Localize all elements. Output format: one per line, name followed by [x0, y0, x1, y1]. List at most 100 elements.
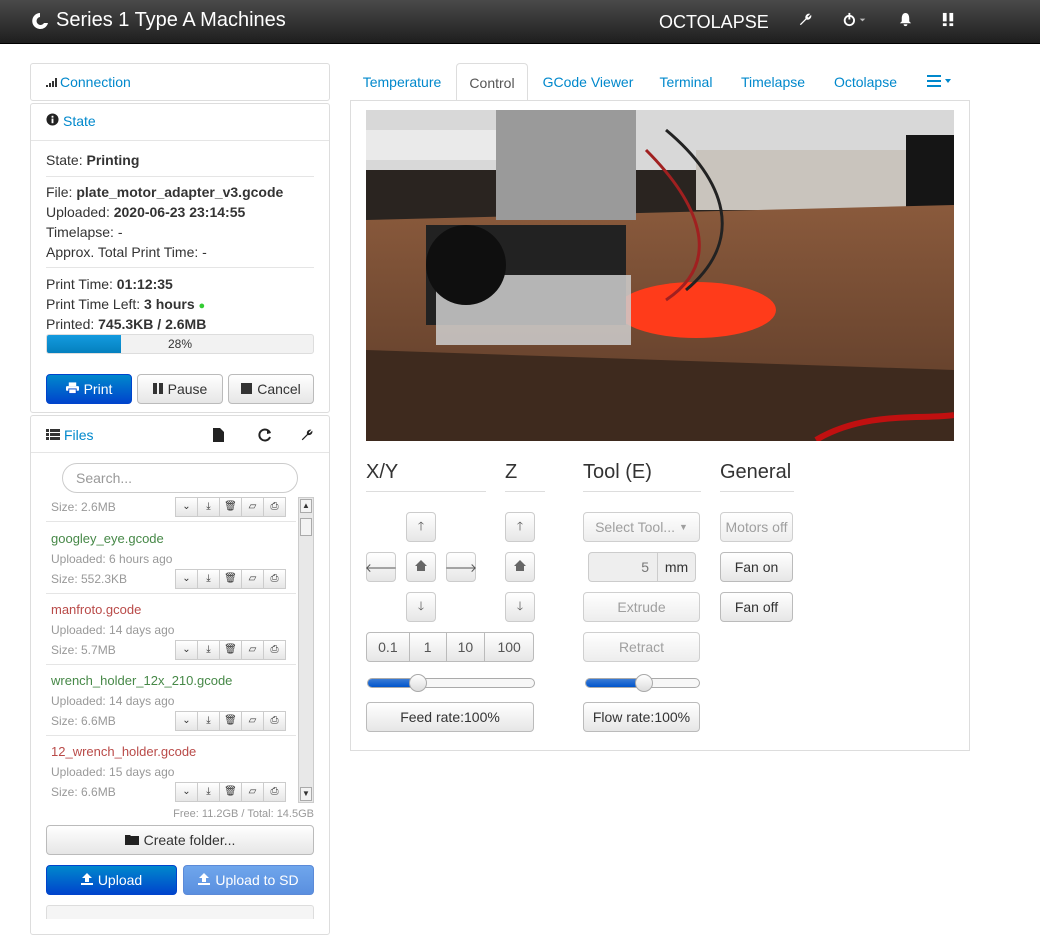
flow-rate-slider[interactable]	[585, 674, 700, 692]
pause-button[interactable]: Pause	[137, 374, 223, 404]
connection-header[interactable]: Connection	[31, 64, 329, 100]
file-name[interactable]: wrench_holder_12x_210.gcode	[51, 673, 232, 688]
scroll-thumb[interactable]	[300, 518, 312, 536]
print-icon[interactable]: ⎙	[263, 497, 286, 517]
webcam-stream	[366, 110, 954, 441]
delete-icon[interactable]: 🗑	[219, 782, 242, 802]
arrow-down-icon: 🡓	[516, 598, 524, 613]
folder-icon	[124, 832, 139, 848]
brand-title: Series 1 Type A Machines	[56, 9, 286, 31]
jog-x-minus-button[interactable]: 🡐	[365, 552, 397, 582]
tab-octolapse[interactable]: Octolapse	[828, 63, 903, 101]
step-10-button[interactable]: 10	[445, 632, 486, 662]
delete-icon[interactable]: 🗑	[219, 711, 242, 731]
scroll-down-icon[interactable]: ▼	[300, 787, 312, 801]
list-item[interactable]: Size: 2.6MB ⌄ ⤓ 🗑 ▱ ⎙	[46, 497, 296, 522]
step-1-button[interactable]: 1	[408, 632, 447, 662]
list-icon	[46, 427, 60, 443]
list-item[interactable]: googley_eye.gcode Uploaded: 6 hours ago Si…	[46, 523, 296, 594]
step-100-button[interactable]: 100	[484, 632, 534, 662]
new-file-icon[interactable]	[213, 428, 224, 445]
tab-terminal[interactable]: Terminal	[653, 63, 719, 101]
state-line: State: Printing	[46, 152, 140, 168]
jog-z-plus-button[interactable]: 🡑	[505, 512, 535, 542]
download-icon[interactable]: ⤓	[197, 640, 220, 660]
flow-rate-handle[interactable]	[634, 674, 653, 692]
bell-icon[interactable]	[898, 12, 913, 33]
tab-timelapse[interactable]: Timelapse	[736, 63, 810, 101]
expand-icon[interactable]: ⌄	[175, 711, 198, 731]
folder-open-icon[interactable]: ▱	[241, 711, 264, 731]
jog-y-plus-button[interactable]: 🡑	[406, 512, 436, 542]
fan-on-button[interactable]: Fan on	[720, 552, 793, 582]
feed-rate-slider[interactable]	[367, 674, 535, 692]
list-item[interactable]: manfroto.gcode Uploaded: 14 days ago Size:…	[46, 594, 296, 665]
expand-icon[interactable]: ⌄	[175, 497, 198, 517]
pause-icon	[152, 381, 163, 397]
arrow-up-icon: 🡑	[417, 518, 425, 533]
system-icon[interactable]	[941, 12, 956, 33]
extrude-amount-input[interactable]: 5	[588, 552, 658, 582]
status-dot-icon: ●	[198, 300, 206, 312]
expand-icon[interactable]: ⌄	[175, 569, 198, 589]
power-icon[interactable]	[842, 12, 868, 33]
feed-rate-button[interactable]: Feed rate:100%	[366, 702, 534, 732]
jog-y-minus-button[interactable]: 🡓	[406, 592, 436, 622]
create-folder-button[interactable]: Create folder...	[46, 825, 314, 855]
cancel-button[interactable]: Cancel	[228, 374, 314, 404]
list-item[interactable]: wrench_holder_12x_210.gcode Uploaded: 14 …	[46, 665, 296, 736]
tab-menu-icon[interactable]	[922, 63, 958, 101]
download-icon[interactable]: ⤓	[197, 711, 220, 731]
step-0-1-button[interactable]: 0.1	[366, 632, 410, 662]
upload-sd-button[interactable]: Upload to SD	[183, 865, 314, 895]
list-item[interactable]: 12_wrench_holder.gcode Uploaded: 15 days …	[46, 736, 296, 803]
download-icon[interactable]: ⤓	[197, 782, 220, 802]
tab-gcode-viewer[interactable]: GCode Viewer	[536, 63, 640, 101]
print-icon[interactable]: ⎙	[263, 782, 286, 802]
file-search-input[interactable]: Search...	[62, 463, 298, 493]
jog-x-plus-button[interactable]: 🡒	[445, 552, 477, 582]
fan-off-button[interactable]: Fan off	[720, 592, 793, 622]
file-name[interactable]: googley_eye.gcode	[51, 531, 164, 546]
jog-z-minus-button[interactable]: 🡓	[505, 592, 535, 622]
folder-open-icon[interactable]: ▱	[241, 782, 264, 802]
flow-rate-button[interactable]: Flow rate:100%	[583, 702, 700, 732]
print-icon[interactable]: ⎙	[263, 711, 286, 731]
wrench-icon[interactable]	[798, 12, 813, 33]
octolapse-nav[interactable]: OCTOLAPSE	[659, 12, 769, 33]
folder-open-icon[interactable]: ▱	[241, 497, 264, 517]
tab-control[interactable]: Control	[456, 63, 528, 101]
home-z-button[interactable]	[505, 552, 535, 582]
print-button[interactable]: Print	[46, 374, 132, 404]
files-header[interactable]: Files	[46, 427, 94, 443]
state-value: Printing	[86, 152, 140, 168]
scroll-up-icon[interactable]: ▲	[300, 499, 312, 513]
home-xy-button[interactable]	[406, 552, 436, 582]
download-icon[interactable]: ⤓	[197, 569, 220, 589]
expand-icon[interactable]: ⌄	[175, 782, 198, 802]
expand-icon[interactable]: ⌄	[175, 640, 198, 660]
state-header[interactable]: State	[46, 113, 96, 129]
delete-icon[interactable]: 🗑	[219, 569, 242, 589]
motors-off-button[interactable]: Motors off	[720, 512, 793, 542]
delete-icon[interactable]: 🗑	[219, 497, 242, 517]
file-list-scrollbar[interactable]: ▲ ▼	[298, 497, 314, 803]
tab-temperature[interactable]: Temperature	[355, 63, 449, 101]
download-icon[interactable]: ⤓	[197, 497, 220, 517]
brand[interactable]: Series 1 Type A Machines	[30, 9, 286, 32]
file-uploaded: Uploaded: 15 days ago	[51, 765, 175, 779]
connection-panel: Connection	[30, 63, 330, 101]
folder-open-icon[interactable]: ▱	[241, 569, 264, 589]
file-name[interactable]: manfroto.gcode	[51, 602, 141, 617]
wrench-icon[interactable]	[300, 428, 314, 445]
select-tool-dropdown[interactable]: Select Tool... ▼	[583, 512, 700, 542]
extrude-button[interactable]: Extrude	[583, 592, 700, 622]
folder-open-icon[interactable]: ▱	[241, 640, 264, 660]
print-icon[interactable]: ⎙	[263, 569, 286, 589]
refresh-icon[interactable]	[258, 428, 272, 445]
file-name[interactable]: 12_wrench_holder.gcode	[51, 744, 196, 759]
retract-button[interactable]: Retract	[583, 632, 700, 662]
delete-icon[interactable]: 🗑	[219, 640, 242, 660]
print-icon[interactable]: ⎙	[263, 640, 286, 660]
upload-button[interactable]: Upload	[46, 865, 177, 895]
